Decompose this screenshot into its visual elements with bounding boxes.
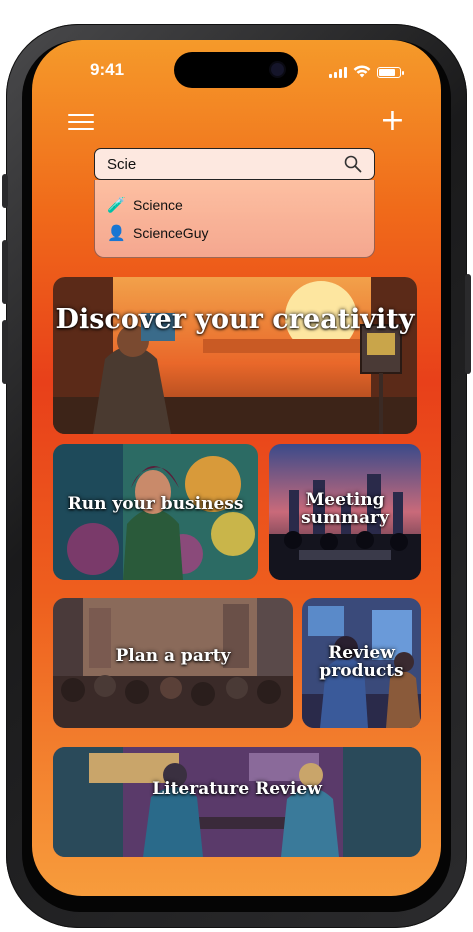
battery-icon	[377, 67, 404, 78]
card-meeting-summary[interactable]: Meeting summary	[269, 444, 421, 580]
suggestion-label: ScienceGuy	[133, 225, 209, 241]
card-title: Plan a party	[115, 646, 231, 666]
card-title: Literature Review	[152, 779, 322, 799]
add-button[interactable]: +	[380, 106, 405, 136]
card-image	[53, 277, 417, 434]
volume-up-button	[2, 240, 8, 304]
test-tube-icon: 🧪	[107, 197, 126, 214]
card-literature-review[interactable]: Literature Review	[53, 747, 421, 857]
card-run-business[interactable]: Run your business	[53, 444, 258, 580]
toolbar: +	[32, 106, 441, 140]
search-input[interactable]	[107, 153, 327, 175]
suggestion-scienceguy[interactable]: 👤 ScienceGuy	[107, 221, 208, 245]
search-bar	[94, 148, 375, 180]
hamburger-icon[interactable]	[68, 110, 94, 136]
wifi-icon	[353, 65, 371, 78]
suggestions-dropdown: 🧪 Science 👤 ScienceGuy	[94, 180, 375, 258]
status-bar: 9:41	[32, 40, 441, 96]
suggestion-label: Science	[133, 197, 183, 213]
user-icon: 👤	[107, 225, 126, 242]
battery-level	[379, 69, 395, 76]
card-title: Discover your creativity	[55, 304, 415, 335]
power-button	[465, 274, 471, 374]
status-time: 9:41	[90, 60, 125, 79]
app-screen: 9:41 + 🧪 Science	[32, 40, 441, 896]
status-icons	[329, 64, 404, 78]
dynamic-island	[174, 52, 298, 88]
card-title: Meeting summary	[301, 490, 389, 528]
search-icon[interactable]	[344, 155, 362, 173]
card-plan-party[interactable]: Plan a party	[53, 598, 293, 728]
action-button	[2, 174, 8, 208]
card-discover-creativity[interactable]: Discover your creativity	[53, 277, 417, 434]
suggestion-science[interactable]: 🧪 Science	[107, 193, 183, 217]
card-title: Review products	[319, 643, 404, 681]
signal-icon	[329, 67, 347, 78]
card-image	[53, 747, 421, 857]
volume-down-button	[2, 320, 8, 384]
front-camera	[271, 63, 284, 76]
card-title: Run your business	[67, 494, 244, 514]
card-review-products[interactable]: Review products	[302, 598, 421, 728]
